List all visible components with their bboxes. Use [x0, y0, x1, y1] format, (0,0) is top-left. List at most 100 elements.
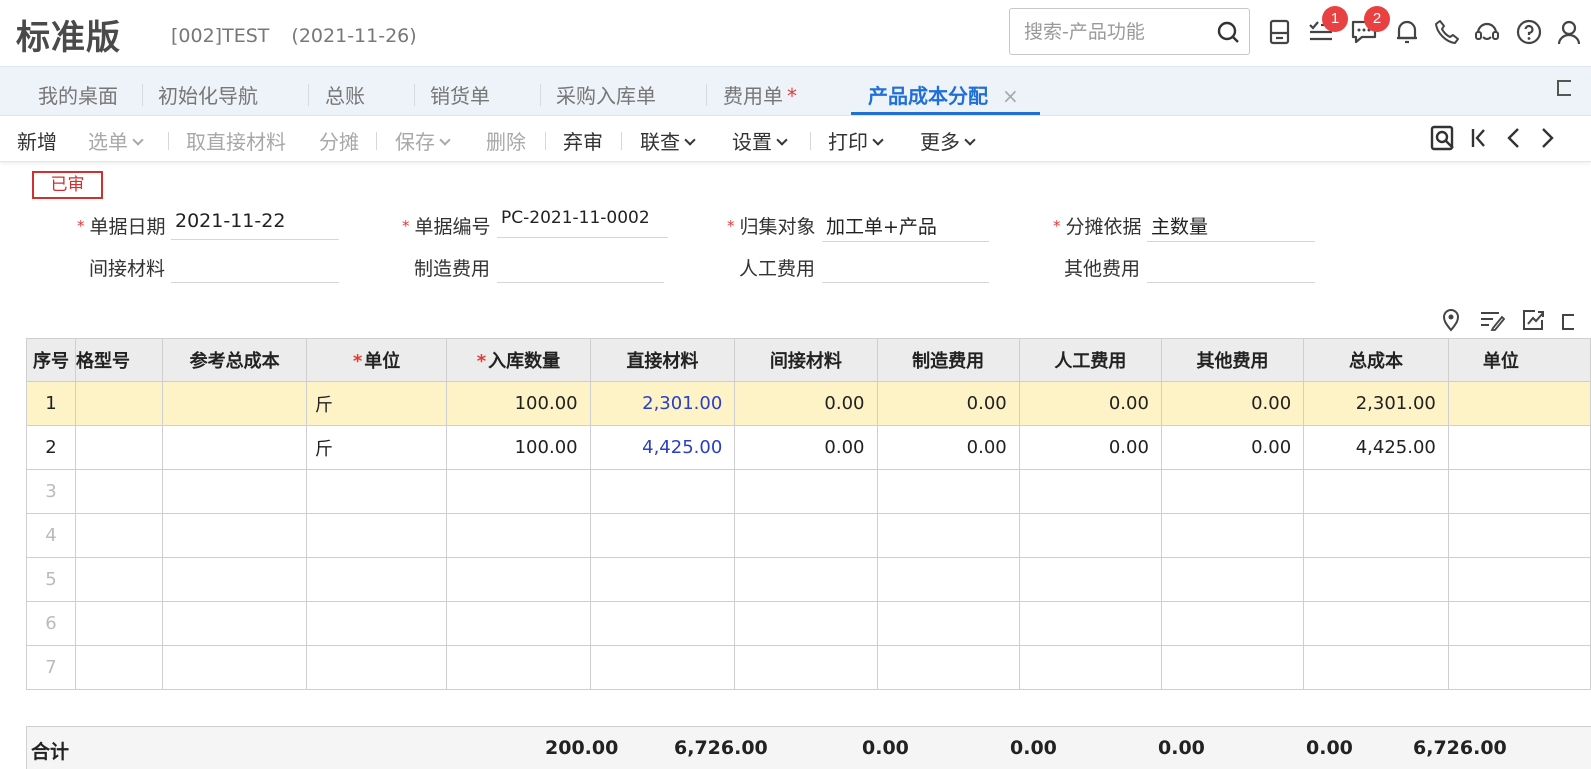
- tab-sales-order[interactable]: 销货单: [430, 80, 490, 109]
- col-header-ref-total[interactable]: 参考总成本: [162, 338, 307, 382]
- new-button[interactable]: 新增: [17, 126, 57, 155]
- save-button[interactable]: 保存: [395, 126, 451, 155]
- col-header-labor[interactable]: 人工费用: [1018, 338, 1162, 382]
- col-header-unit-cost[interactable]: 单位: [1447, 338, 1591, 382]
- cell-ref-total[interactable]: [162, 557, 307, 602]
- cell-unit[interactable]: 斤: [305, 425, 448, 470]
- col-header-manufacturing[interactable]: 制造费用: [876, 338, 1020, 382]
- cell-spec[interactable]: [74, 557, 164, 602]
- cell-labor[interactable]: [1018, 601, 1162, 646]
- message-icon[interactable]: 2: [1348, 6, 1390, 50]
- table-row[interactable]: 6: [26, 601, 1591, 646]
- cell-other[interactable]: [1160, 645, 1305, 690]
- tab-init-guide[interactable]: 初始化导航: [158, 80, 258, 109]
- bell-icon[interactable]: [1392, 14, 1422, 50]
- cell-labor[interactable]: 0.00: [1018, 425, 1162, 470]
- cell-other[interactable]: [1160, 557, 1305, 602]
- cell-indirect-material[interactable]: 0.00: [734, 381, 878, 426]
- tab-expense[interactable]: 费用单 *: [723, 80, 797, 109]
- cell-direct-material-link[interactable]: 4,425.00: [589, 425, 736, 470]
- cell-direct-material[interactable]: [589, 513, 736, 558]
- cell-spec[interactable]: [74, 601, 164, 646]
- doc-no-field[interactable]: PC-2021-11-0002: [497, 208, 668, 238]
- cell-total-cost[interactable]: 2,301.00: [1303, 381, 1449, 426]
- cell-indirect-material[interactable]: 0.00: [734, 425, 878, 470]
- cell-direct-material[interactable]: [589, 601, 736, 646]
- cell-labor[interactable]: [1018, 513, 1162, 558]
- cell-spec[interactable]: [74, 513, 164, 558]
- cell-manufacturing[interactable]: [876, 469, 1020, 514]
- cell-total-cost[interactable]: [1303, 601, 1449, 646]
- cell-direct-material-link[interactable]: 2,301.00: [589, 381, 736, 426]
- unapprove-button[interactable]: 弃审: [563, 126, 603, 155]
- delete-button[interactable]: 删除: [486, 126, 526, 155]
- cell-manufacturing[interactable]: [876, 601, 1020, 646]
- cell-spec[interactable]: [74, 645, 164, 690]
- related-query-button[interactable]: 联查: [640, 126, 696, 155]
- cell-in-qty[interactable]: [446, 601, 591, 646]
- cell-spec[interactable]: [74, 425, 164, 470]
- cell-unit[interactable]: [305, 469, 448, 514]
- table-row[interactable]: 1 斤 100.00 2,301.00 0.00 0.00 0.00 0.00 …: [26, 381, 1591, 426]
- zoom-search-icon[interactable]: [1430, 124, 1456, 156]
- labor-cost-field[interactable]: [822, 253, 989, 283]
- cell-labor[interactable]: 0.00: [1018, 381, 1162, 426]
- cell-total-cost[interactable]: [1303, 557, 1449, 602]
- calculator-icon[interactable]: [1266, 14, 1296, 50]
- copy-icon[interactable]: [1560, 308, 1576, 336]
- cell-ref-total[interactable]: [162, 601, 307, 646]
- cell-direct-material[interactable]: [589, 645, 736, 690]
- tab-product-cost-allocation[interactable]: 产品成本分配 ×: [868, 80, 1019, 109]
- cell-unit-cost[interactable]: [1447, 469, 1591, 514]
- cell-spec[interactable]: [74, 381, 164, 426]
- cell-unit-cost[interactable]: [1447, 557, 1591, 602]
- help-icon[interactable]: [1514, 14, 1544, 50]
- print-button[interactable]: 打印: [828, 126, 884, 155]
- collect-object-field[interactable]: 加工单+产品: [822, 212, 989, 242]
- cell-total-cost[interactable]: 4,425.00: [1303, 425, 1449, 470]
- more-button[interactable]: 更多: [920, 126, 976, 155]
- cell-in-qty[interactable]: [446, 645, 591, 690]
- cell-total-cost[interactable]: [1303, 513, 1449, 558]
- cell-other[interactable]: 0.00: [1160, 381, 1305, 426]
- cell-indirect-material[interactable]: [734, 645, 878, 690]
- cell-in-qty[interactable]: 100.00: [446, 425, 591, 470]
- cell-ref-total[interactable]: [162, 381, 307, 426]
- alloc-basis-field[interactable]: 主数量: [1147, 212, 1315, 242]
- table-row[interactable]: 2 斤 100.00 4,425.00 0.00 0.00 0.00 0.00 …: [26, 425, 1591, 470]
- cell-unit[interactable]: [305, 645, 448, 690]
- col-header-other[interactable]: 其他费用: [1160, 338, 1305, 382]
- cell-ref-total[interactable]: [162, 469, 307, 514]
- cell-labor[interactable]: [1018, 557, 1162, 602]
- cell-other[interactable]: [1160, 513, 1305, 558]
- table-row[interactable]: 5: [26, 557, 1591, 602]
- cell-manufacturing[interactable]: 0.00: [876, 425, 1020, 470]
- task-list-icon[interactable]: 1: [1306, 6, 1348, 50]
- settings-button[interactable]: 设置: [732, 126, 788, 155]
- tab-my-desktop[interactable]: 我的桌面: [38, 80, 118, 109]
- cell-total-cost[interactable]: [1303, 469, 1449, 514]
- cell-other[interactable]: 0.00: [1160, 425, 1305, 470]
- table-row[interactable]: 3: [26, 469, 1591, 514]
- cell-total-cost[interactable]: [1303, 645, 1449, 690]
- column-settings-icon[interactable]: [1479, 308, 1506, 336]
- cell-unit-cost[interactable]: [1447, 513, 1591, 558]
- cell-ref-total[interactable]: [162, 425, 307, 470]
- customer-service-icon[interactable]: [1472, 14, 1502, 50]
- export-icon[interactable]: [1521, 308, 1547, 336]
- indirect-material-field[interactable]: [171, 253, 339, 283]
- col-header-in-qty[interactable]: * 入库数量: [446, 338, 591, 382]
- search-input[interactable]: [1024, 19, 1209, 45]
- cell-labor[interactable]: [1018, 469, 1162, 514]
- cell-unit[interactable]: [305, 601, 448, 646]
- previous-record-icon[interactable]: [1503, 124, 1525, 156]
- cell-direct-material[interactable]: [589, 557, 736, 602]
- cell-unit-cost[interactable]: [1447, 645, 1591, 690]
- cell-indirect-material[interactable]: [734, 601, 878, 646]
- cell-in-qty[interactable]: [446, 557, 591, 602]
- cell-unit-cost[interactable]: [1447, 601, 1591, 646]
- manufacturing-cost-field[interactable]: [497, 253, 664, 283]
- cell-other[interactable]: [1160, 469, 1305, 514]
- tab-close-icon[interactable]: ×: [1002, 84, 1019, 108]
- fetch-direct-material-button[interactable]: 取直接材料: [186, 126, 286, 155]
